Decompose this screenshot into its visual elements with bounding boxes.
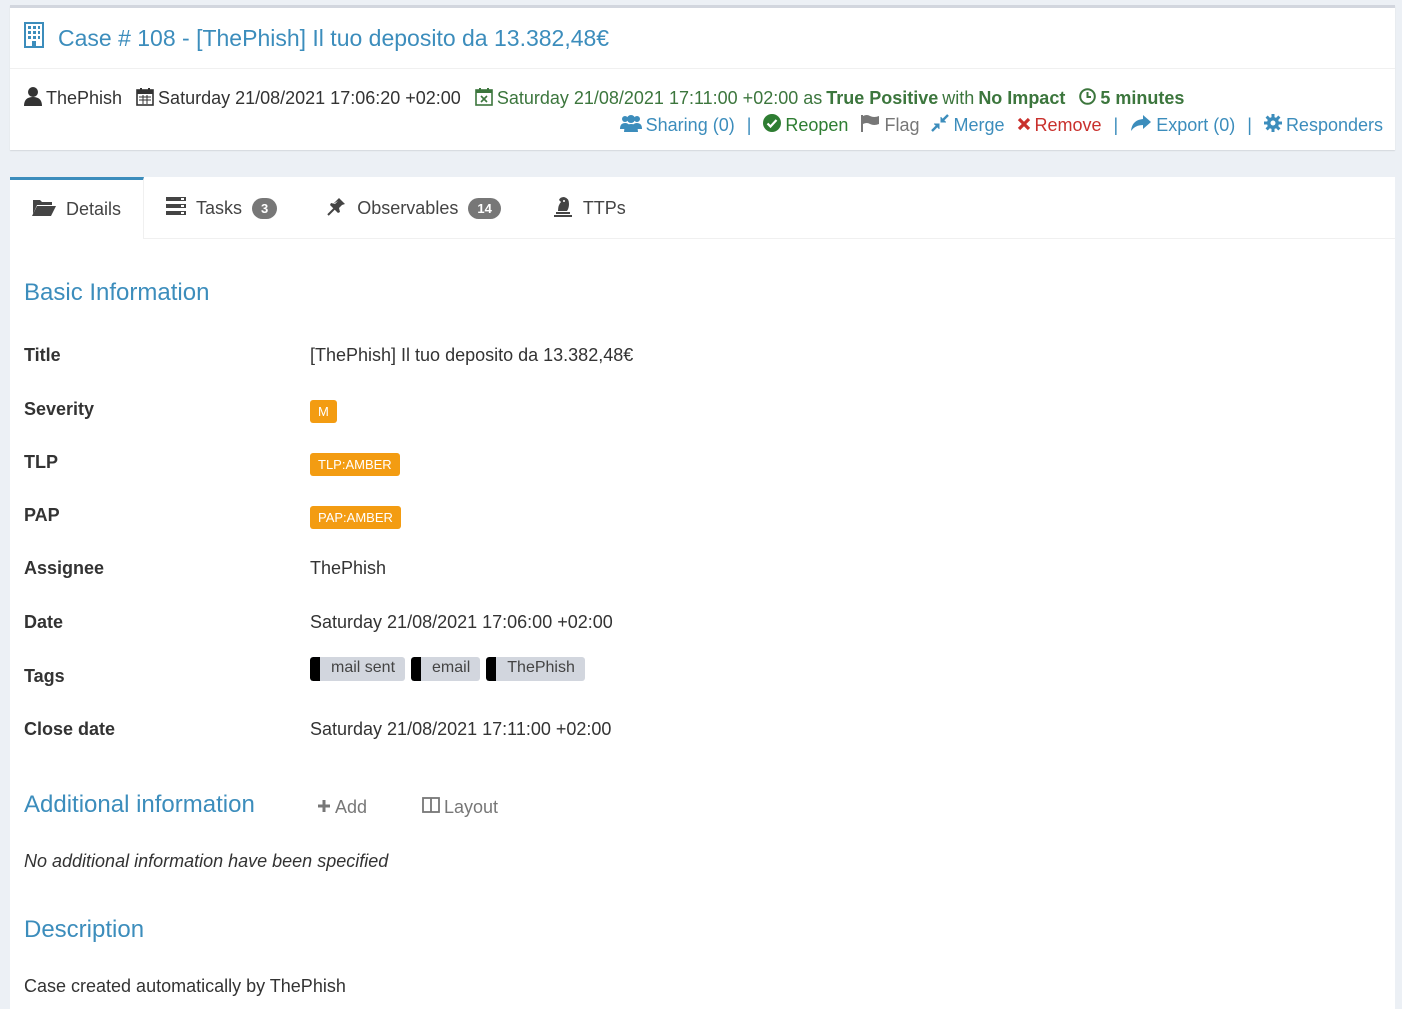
tag-item[interactable]: ThePhish	[486, 657, 585, 681]
separator: |	[746, 115, 752, 135]
pap-value: PAP:AMBER	[310, 506, 401, 529]
case-impact: No Impact	[978, 88, 1066, 108]
tag-item[interactable]: email	[411, 657, 481, 681]
case-duration: 5 minutes	[1079, 87, 1185, 110]
case-closed: Saturday 21/08/2021 17:11:00 +02:00 as T…	[475, 87, 1066, 111]
title-label: Title	[24, 345, 61, 365]
case-created-date: Saturday 21/08/2021 17:06:20 +02:00	[158, 88, 461, 108]
layout-label: Layout	[444, 797, 499, 817]
tab-tasks-label: Tasks	[196, 197, 243, 218]
case-meta: ThePhish Saturday 21/08/2021 17:06:20 +0…	[24, 86, 1198, 111]
users-icon	[619, 114, 642, 137]
responders-label: Responders	[1285, 115, 1383, 135]
tlp-label: TLP	[24, 452, 58, 472]
folder-open-icon	[32, 198, 56, 221]
pap-badge: PAP:AMBER	[310, 506, 401, 529]
tab-tasks[interactable]: Tasks 3	[144, 177, 299, 239]
case-closed-date: Saturday 21/08/2021 17:11:00 +02:00 as	[496, 88, 823, 108]
gear-icon	[1263, 114, 1282, 137]
merge-label: Merge	[953, 115, 1005, 135]
layout-button[interactable]: Layout	[422, 797, 498, 818]
separator: |	[1247, 115, 1252, 135]
tag-label: ThePhish	[507, 659, 575, 676]
case-title-text: Case # 108 - [ThePhish] Il tuo deposito …	[58, 24, 610, 51]
building-icon	[24, 22, 44, 54]
remove-button[interactable]: Remove	[1017, 115, 1102, 136]
compress-icon	[931, 114, 950, 137]
close-date-label: Close date	[24, 719, 116, 739]
calendar-icon	[136, 87, 154, 111]
tag-label: email	[432, 659, 471, 676]
severity-value: M	[310, 400, 337, 423]
assignee-value: ThePhish	[310, 558, 387, 578]
severity-badge: M	[310, 400, 337, 423]
calendar-close-icon	[475, 87, 493, 111]
separator: |	[1113, 115, 1119, 135]
case-duration-text: 5 minutes	[1100, 88, 1185, 108]
tab-ttps-label: TTPs	[582, 197, 626, 218]
tab-details-label: Details	[66, 199, 122, 219]
plus-icon	[317, 797, 331, 818]
check-circle-icon	[763, 114, 782, 137]
case-tabs: Details Tasks 3 Observables 14 TTPs	[10, 177, 1395, 239]
sharing-label: Sharing (0)	[645, 115, 735, 135]
date-value: Saturday 21/08/2021 17:06:00 +02:00	[310, 612, 613, 632]
clock-icon	[1079, 87, 1097, 110]
merge-button[interactable]: Merge	[931, 114, 1005, 137]
tab-observables-label: Observables	[357, 197, 459, 218]
header-divider	[10, 68, 1395, 69]
case-owner: ThePhish	[24, 86, 122, 111]
responders-button[interactable]: Responders	[1263, 114, 1383, 137]
case-created: Saturday 21/08/2021 17:06:20 +02:00	[136, 87, 461, 111]
case-resolution: True Positive	[826, 88, 939, 108]
no-additional-info-text: No additional information have been spec…	[24, 851, 389, 871]
tags-list: mail sent email ThePhish	[310, 657, 585, 681]
tags-label: Tags	[24, 666, 65, 686]
share-arrow-icon	[1130, 114, 1152, 137]
add-field-button[interactable]: Add	[317, 797, 367, 818]
remove-label: Remove	[1034, 115, 1102, 135]
thumbtack-icon	[327, 196, 347, 221]
tab-ttps[interactable]: TTPs	[523, 177, 648, 239]
case-owner-name: ThePhish	[46, 88, 123, 108]
reopen-button[interactable]: Reopen	[763, 114, 848, 137]
severity-label: Severity	[24, 399, 95, 419]
export-button[interactable]: Export (0)	[1130, 114, 1235, 137]
tag-item[interactable]: mail sent	[310, 657, 406, 681]
case-with-word: with	[942, 88, 975, 108]
flag-button[interactable]: Flag	[860, 114, 919, 137]
description-heading: Description	[24, 916, 145, 943]
title-value: [ThePhish] Il tuo deposito da 13.382,48€	[310, 345, 634, 365]
basic-info-heading: Basic Information	[24, 279, 210, 306]
flag-label: Flag	[884, 115, 920, 135]
tlp-value: TLP:AMBER	[310, 453, 400, 476]
tlp-badge: TLP:AMBER	[310, 453, 400, 476]
tasks-count-badge: 3	[252, 197, 278, 219]
case-details-panel: Details Tasks 3 Observables 14 TTPs Basi…	[10, 177, 1395, 1009]
tab-observables[interactable]: Observables 14	[299, 177, 523, 239]
additional-info-heading: Additional information	[24, 791, 255, 818]
date-label: Date	[24, 612, 64, 632]
case-title: Case # 108 - [ThePhish] Il tuo deposito …	[24, 22, 609, 54]
case-actions: Sharing (0) | Reopen Flag Merge Remove |…	[608, 114, 1383, 137]
times-icon	[1017, 115, 1031, 136]
tag-label: mail sent	[331, 659, 396, 676]
description-text: Case created automatically by ThePhish	[24, 976, 346, 996]
chess-knight-icon	[553, 195, 573, 222]
tasks-icon	[166, 196, 187, 220]
observables-count-badge: 14	[468, 197, 501, 219]
close-date-value: Saturday 21/08/2021 17:11:00 +02:00	[310, 719, 612, 739]
flag-icon	[860, 114, 880, 137]
assignee-label: Assignee	[24, 558, 105, 578]
pap-label: PAP	[24, 505, 60, 525]
reopen-label: Reopen	[785, 115, 849, 135]
tab-details[interactable]: Details	[10, 177, 145, 239]
add-field-label: Add	[335, 797, 368, 817]
sharing-button[interactable]: Sharing (0)	[619, 114, 735, 137]
user-icon	[24, 86, 42, 111]
case-header: Case # 108 - [ThePhish] Il tuo deposito …	[10, 5, 1395, 150]
export-label: Export (0)	[1156, 115, 1236, 135]
columns-icon	[422, 797, 440, 818]
